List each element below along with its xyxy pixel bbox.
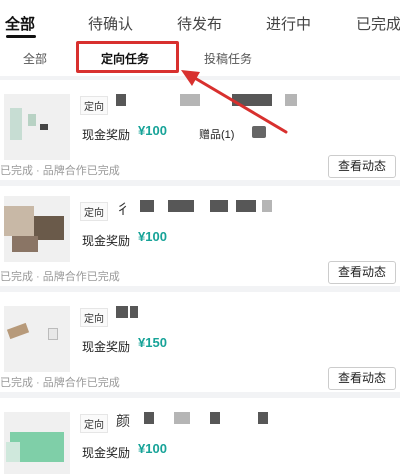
red-arrow-annotation (181, 70, 288, 134)
